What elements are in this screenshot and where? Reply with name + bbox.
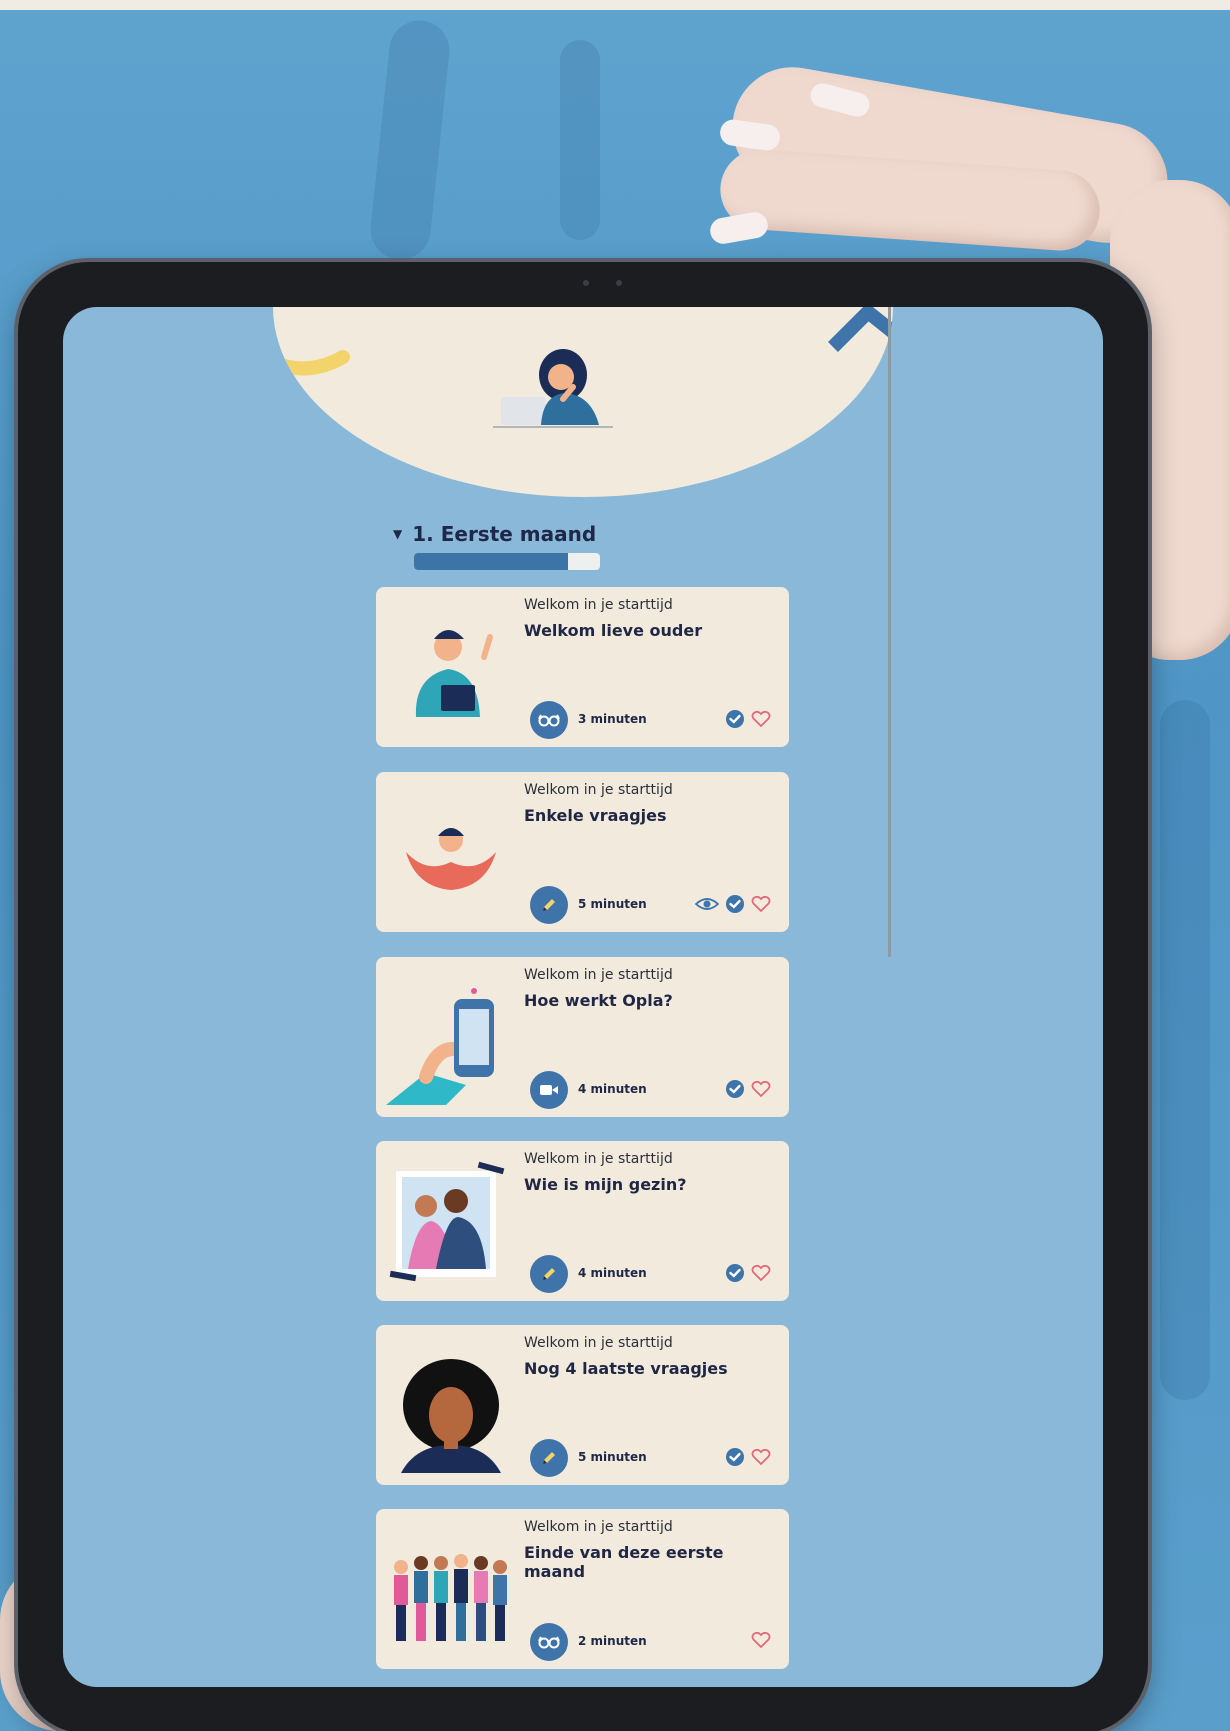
eye-icon bbox=[695, 896, 719, 912]
lesson-category: Welkom in je starttijd bbox=[524, 967, 673, 983]
check-icon bbox=[725, 709, 745, 729]
heart-icon[interactable] bbox=[751, 895, 771, 913]
tablet-frame: ▼ 1. Eerste maand Welkom in je starttijd… bbox=[18, 262, 1148, 1731]
shirt-fold bbox=[560, 40, 600, 240]
lesson-duration: 3 minuten bbox=[578, 712, 647, 726]
progress-fill bbox=[414, 553, 569, 570]
lesson-illustration bbox=[386, 1161, 516, 1291]
tablet-screen: ▼ 1. Eerste maand Welkom in je starttijd… bbox=[63, 307, 1103, 1687]
lesson-card[interactable]: Welkom in je starttijd Enkele vraagjes 5 m… bbox=[376, 772, 789, 932]
app-view: ▼ 1. Eerste maand Welkom in je starttijd… bbox=[63, 307, 1103, 1687]
lesson-illustration bbox=[386, 1345, 516, 1475]
lesson-category: Welkom in je starttijd bbox=[524, 782, 673, 798]
lesson-category: Welkom in je starttijd bbox=[524, 1335, 673, 1351]
camera-icon bbox=[583, 280, 589, 286]
lesson-status bbox=[695, 894, 771, 914]
lesson-status bbox=[751, 1631, 771, 1649]
lesson-duration: 5 minuten bbox=[578, 1450, 647, 1464]
lesson-category: Welkom in je starttijd bbox=[524, 1519, 673, 1535]
lesson-card[interactable]: Welkom in je starttijd Hoe werkt Opla? 4 m… bbox=[376, 957, 789, 1117]
heart-icon[interactable] bbox=[751, 1448, 771, 1466]
check-icon bbox=[725, 1447, 745, 1467]
lesson-status bbox=[725, 1263, 771, 1283]
lesson-illustration bbox=[386, 1529, 516, 1659]
section-progress-bar bbox=[414, 553, 600, 570]
pencil-icon bbox=[530, 1255, 568, 1293]
lesson-title: Hoe werkt Opla? bbox=[524, 991, 673, 1010]
lesson-duration: 5 minuten bbox=[578, 897, 647, 911]
lesson-status bbox=[725, 1447, 771, 1467]
heart-icon[interactable] bbox=[751, 710, 771, 728]
lesson-card[interactable]: Welkom in je starttijd Nog 4 laatste vraa… bbox=[376, 1325, 789, 1485]
lesson-title: Einde van deze eerste maand bbox=[524, 1543, 724, 1581]
sensor-icon bbox=[616, 280, 622, 286]
lesson-title: Wie is mijn gezin? bbox=[524, 1175, 687, 1194]
heart-icon[interactable] bbox=[751, 1631, 771, 1649]
scrollbar[interactable] bbox=[888, 307, 891, 957]
heart-icon[interactable] bbox=[751, 1080, 771, 1098]
check-icon bbox=[725, 1079, 745, 1099]
lesson-card[interactable]: Welkom in je starttijd Wie is mijn gezin?… bbox=[376, 1141, 789, 1301]
lesson-illustration bbox=[386, 977, 516, 1107]
lesson-status bbox=[725, 709, 771, 729]
lesson-title: Welkom lieve ouder bbox=[524, 621, 703, 640]
lesson-illustration bbox=[386, 792, 516, 922]
caret-down-icon: ▼ bbox=[393, 527, 403, 541]
check-icon bbox=[725, 894, 745, 914]
section-title: 1. Eerste maand bbox=[412, 522, 597, 546]
lesson-category: Welkom in je starttijd bbox=[524, 597, 673, 613]
check-icon bbox=[725, 1263, 745, 1283]
lesson-card[interactable]: Welkom in je starttijd Einde van deze eer… bbox=[376, 1509, 789, 1669]
pencil-icon bbox=[530, 886, 568, 924]
lesson-category: Welkom in je starttijd bbox=[524, 1151, 673, 1167]
shirt-fold bbox=[1160, 700, 1210, 1400]
lesson-card[interactable]: Welkom in je starttijd Welkom lieve ouder… bbox=[376, 587, 789, 747]
lesson-duration: 4 minuten bbox=[578, 1082, 647, 1096]
heart-icon[interactable] bbox=[751, 1264, 771, 1282]
video-icon bbox=[530, 1071, 568, 1109]
glasses-icon bbox=[530, 701, 568, 739]
lesson-title: Enkele vraagjes bbox=[524, 806, 667, 825]
lesson-status bbox=[725, 1079, 771, 1099]
lesson-duration: 4 minuten bbox=[578, 1266, 647, 1280]
shirt-fold bbox=[367, 17, 453, 263]
glasses-icon bbox=[530, 1623, 568, 1661]
top-band bbox=[0, 0, 1230, 10]
header-illustration bbox=[273, 307, 893, 428]
lesson-duration: 2 minuten bbox=[578, 1634, 647, 1648]
pencil-icon bbox=[530, 1439, 568, 1477]
header-banner bbox=[273, 307, 893, 497]
lesson-title: Nog 4 laatste vraagjes bbox=[524, 1359, 728, 1378]
section-header[interactable]: ▼ 1. Eerste maand bbox=[393, 522, 596, 546]
lesson-illustration bbox=[386, 607, 516, 737]
fingernail bbox=[708, 210, 770, 246]
